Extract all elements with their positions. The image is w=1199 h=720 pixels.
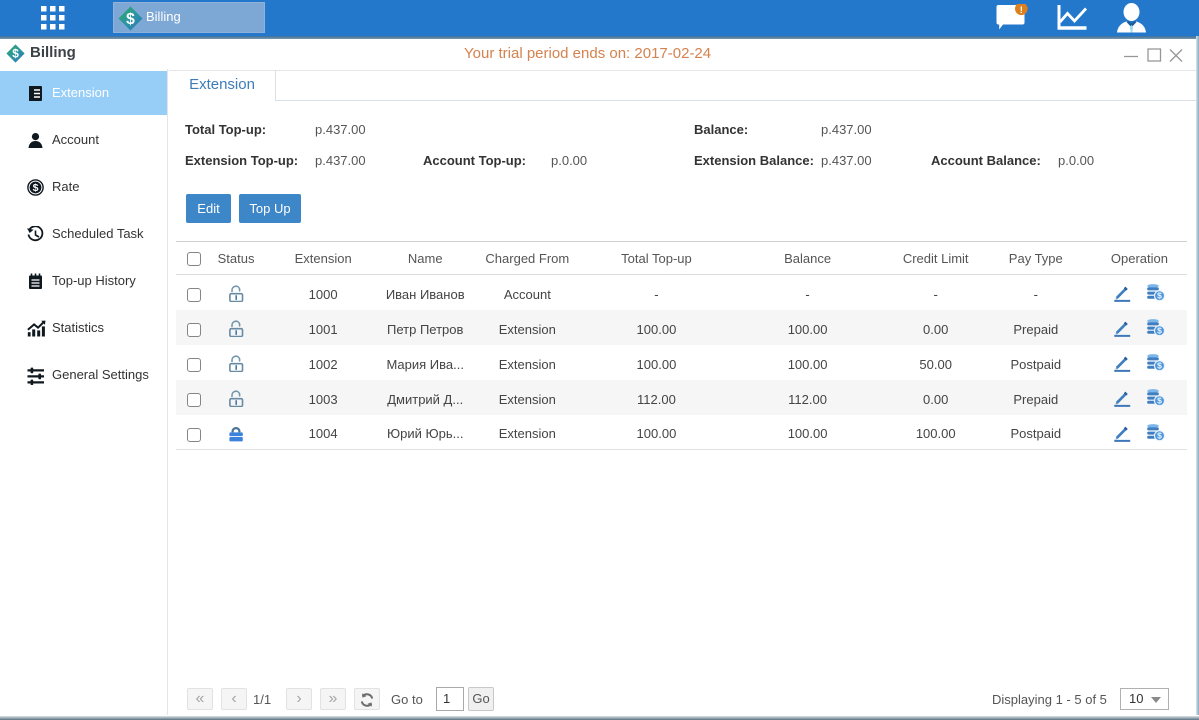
svg-text:$: $: [1158, 291, 1163, 301]
svg-text:!: !: [1020, 5, 1023, 16]
svg-text:$: $: [1158, 326, 1163, 336]
svg-text:$: $: [1158, 430, 1163, 440]
svg-text:$: $: [1158, 361, 1163, 371]
svg-text:$: $: [1158, 396, 1163, 406]
svg-text:$: $: [12, 47, 19, 61]
svg-text:$: $: [33, 182, 39, 194]
svg-text:$: $: [126, 11, 135, 28]
